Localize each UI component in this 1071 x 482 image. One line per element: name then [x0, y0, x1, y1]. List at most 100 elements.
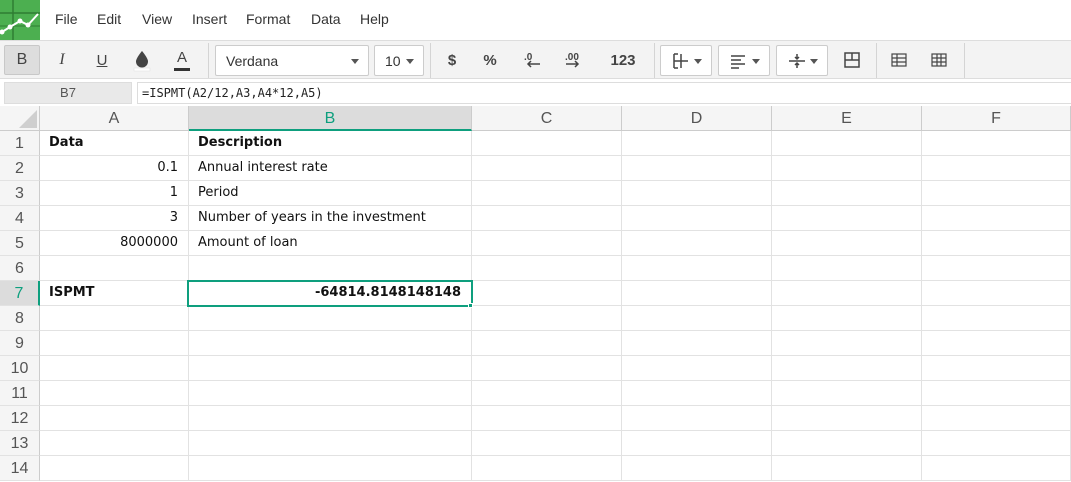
- cell-d8[interactable]: [622, 306, 772, 331]
- row-header-12[interactable]: 12: [0, 406, 40, 431]
- cell-e6[interactable]: [772, 256, 922, 281]
- cell-a10[interactable]: [40, 356, 189, 381]
- cell-c10[interactable]: [472, 356, 622, 381]
- cell-c12[interactable]: [472, 406, 622, 431]
- menu-format[interactable]: Format: [246, 11, 290, 27]
- cell-e12[interactable]: [772, 406, 922, 431]
- cell-f7[interactable]: [922, 281, 1071, 306]
- cell-a14[interactable]: [40, 456, 189, 481]
- row-header-14[interactable]: 14: [0, 456, 40, 481]
- cell-d5[interactable]: [622, 231, 772, 256]
- cell-c11[interactable]: [472, 381, 622, 406]
- cell-d2[interactable]: [622, 156, 772, 181]
- cell-d14[interactable]: [622, 456, 772, 481]
- cell-b5[interactable]: Amount of loan: [189, 231, 472, 256]
- menu-help[interactable]: Help: [360, 11, 389, 27]
- cell-e1[interactable]: [772, 131, 922, 156]
- row-header-7[interactable]: 7: [0, 281, 40, 306]
- menu-file[interactable]: File: [55, 11, 78, 27]
- fill-color-button[interactable]: [124, 45, 160, 75]
- column-header-c[interactable]: C: [472, 106, 622, 131]
- cell-e4[interactable]: [772, 206, 922, 231]
- row-header-5[interactable]: 5: [0, 231, 40, 256]
- row-header-11[interactable]: 11: [0, 381, 40, 406]
- italic-button[interactable]: I: [44, 45, 80, 75]
- column-header-b[interactable]: B: [189, 106, 472, 131]
- cell-f6[interactable]: [922, 256, 1071, 281]
- cell-b6[interactable]: [189, 256, 472, 281]
- cell-a2[interactable]: 0.1: [40, 156, 189, 181]
- cell-a7[interactable]: ISPMT: [40, 281, 189, 306]
- cell-f5[interactable]: [922, 231, 1071, 256]
- underline-button[interactable]: U: [84, 45, 120, 75]
- cell-b7[interactable]: -64814.8148148148: [189, 281, 472, 306]
- increase-decimals-button[interactable]: .00: [556, 45, 592, 75]
- cell-f4[interactable]: [922, 206, 1071, 231]
- cell-c3[interactable]: [472, 181, 622, 206]
- text-color-button[interactable]: A: [164, 45, 200, 75]
- menu-insert[interactable]: Insert: [192, 11, 227, 27]
- cell-f10[interactable]: [922, 356, 1071, 381]
- cell-b8[interactable]: [189, 306, 472, 331]
- cell-d9[interactable]: [622, 331, 772, 356]
- cell-e14[interactable]: [772, 456, 922, 481]
- row-header-8[interactable]: 8: [0, 306, 40, 331]
- cell-e7[interactable]: [772, 281, 922, 306]
- cell-e5[interactable]: [772, 231, 922, 256]
- cell-d4[interactable]: [622, 206, 772, 231]
- cell-c4[interactable]: [472, 206, 622, 231]
- cell-f8[interactable]: [922, 306, 1071, 331]
- cell-f1[interactable]: [922, 131, 1071, 156]
- cell-e9[interactable]: [772, 331, 922, 356]
- row-header-10[interactable]: 10: [0, 356, 40, 381]
- row-header-9[interactable]: 9: [0, 331, 40, 356]
- borders-dropdown[interactable]: [660, 45, 712, 76]
- select-all-corner[interactable]: [0, 106, 40, 131]
- cell-c9[interactable]: [472, 331, 622, 356]
- cell-e10[interactable]: [772, 356, 922, 381]
- font-size-select[interactable]: 10: [374, 45, 424, 76]
- column-header-e[interactable]: E: [772, 106, 922, 131]
- cell-c13[interactable]: [472, 431, 622, 456]
- column-header-a[interactable]: A: [40, 106, 189, 131]
- menu-view[interactable]: View: [142, 11, 172, 27]
- align-dropdown[interactable]: [718, 45, 770, 76]
- row-header-2[interactable]: 2: [0, 156, 40, 181]
- freeze-columns-button[interactable]: [922, 45, 956, 75]
- cell-e13[interactable]: [772, 431, 922, 456]
- cell-b14[interactable]: [189, 456, 472, 481]
- cell-e2[interactable]: [772, 156, 922, 181]
- cell-c7[interactable]: [472, 281, 622, 306]
- cell-f11[interactable]: [922, 381, 1071, 406]
- row-header-13[interactable]: 13: [0, 431, 40, 456]
- cell-b1[interactable]: Description: [189, 131, 472, 156]
- cell-b2[interactable]: Annual interest rate: [189, 156, 472, 181]
- column-header-f[interactable]: F: [922, 106, 1071, 131]
- app-logo[interactable]: [0, 0, 40, 40]
- cell-c2[interactable]: [472, 156, 622, 181]
- cell-b13[interactable]: [189, 431, 472, 456]
- cell-f12[interactable]: [922, 406, 1071, 431]
- cell-d7[interactable]: [622, 281, 772, 306]
- cell-e11[interactable]: [772, 381, 922, 406]
- number-format-button[interactable]: 123: [600, 45, 646, 75]
- bold-button[interactable]: B: [4, 45, 40, 75]
- column-header-d[interactable]: D: [622, 106, 772, 131]
- cell-a1[interactable]: Data: [40, 131, 189, 156]
- percent-format-button[interactable]: %: [474, 45, 506, 75]
- formula-input[interactable]: =ISPMT(A2/12,A3,A4*12,A5): [137, 82, 1071, 104]
- cell-a6[interactable]: [40, 256, 189, 281]
- cell-d13[interactable]: [622, 431, 772, 456]
- cell-e8[interactable]: [772, 306, 922, 331]
- name-box[interactable]: B7: [4, 82, 132, 104]
- cell-d3[interactable]: [622, 181, 772, 206]
- row-header-6[interactable]: 6: [0, 256, 40, 281]
- cell-a4[interactable]: 3: [40, 206, 189, 231]
- cell-b10[interactable]: [189, 356, 472, 381]
- cell-a13[interactable]: [40, 431, 189, 456]
- cell-b4[interactable]: Number of years in the investment: [189, 206, 472, 231]
- cell-f13[interactable]: [922, 431, 1071, 456]
- cell-a9[interactable]: [40, 331, 189, 356]
- cell-a3[interactable]: 1: [40, 181, 189, 206]
- row-header-3[interactable]: 3: [0, 181, 40, 206]
